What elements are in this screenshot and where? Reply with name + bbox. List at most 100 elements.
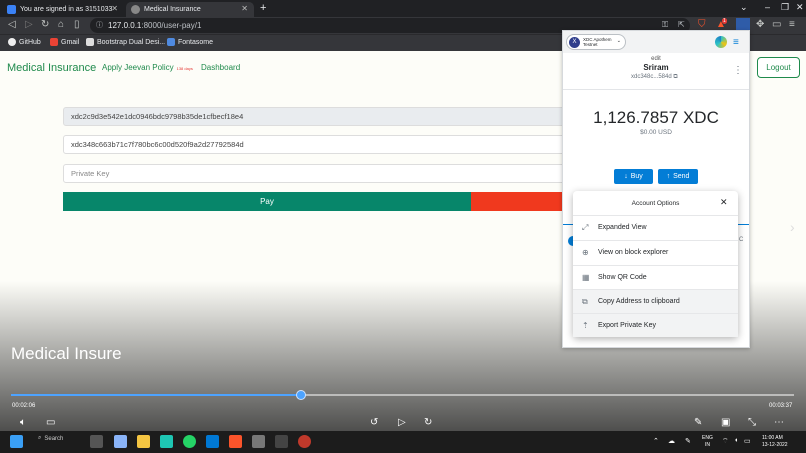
pen-tray-icon[interactable]: ✎ (685, 437, 691, 445)
extensions-icon[interactable]: ✥ (756, 19, 764, 30)
video-seek-bar[interactable] (11, 390, 794, 400)
minimize-icon[interactable]: – (765, 2, 770, 12)
days-badge: 138 days (176, 66, 193, 71)
seek-handle[interactable] (295, 390, 306, 400)
menu-title: Account Options (631, 200, 680, 207)
fullscreen-exit-icon[interactable]: ⤡ (748, 417, 756, 428)
pay-button[interactable]: Pay (63, 192, 471, 211)
task-view-icon[interactable] (90, 435, 103, 448)
menu-item-export-key[interactable]: ⇡ Export Private Key (573, 313, 738, 337)
bookmark-bootstrap[interactable]: Bootstrap Dual Desi... (86, 38, 165, 46)
bookmark-icon[interactable]: ▯ (74, 19, 80, 30)
miniplayer-icon[interactable]: ▣ (721, 417, 730, 428)
whatsapp-icon[interactable] (183, 435, 196, 448)
wifi-icon[interactable]: ⌔ (722, 437, 729, 446)
speaker-icon[interactable]: ◖ (734, 437, 738, 444)
from-address-field[interactable]: xdc348c663b71c7f780bc6c00d520f9a2d277925… (63, 135, 583, 154)
hamburger-menu-icon[interactable]: ≡ (733, 37, 739, 48)
battery-icon[interactable]: ▭ (744, 437, 751, 445)
tray-chevron-icon[interactable]: ⌃ (653, 437, 659, 445)
pen-icon[interactable]: ✎ (694, 417, 702, 428)
close-window-icon[interactable]: ✕ (796, 2, 804, 13)
arrow-down-icon: ↓ (624, 173, 628, 180)
gmail-icon (50, 38, 58, 46)
menu-item-qr-code[interactable]: ▦ Show QR Code (573, 265, 738, 289)
to-address-field[interactable]: xdc2c9d3e542e1dc0946bdc9798b35de1cfbecf1… (63, 107, 583, 126)
nav-dashboard[interactable]: Dashboard (201, 63, 240, 72)
edge-icon[interactable] (160, 435, 173, 448)
reload-icon[interactable]: ↻ (41, 19, 49, 30)
video-progress (11, 394, 301, 396)
tab-title: You are signed in as 3151033 (20, 6, 113, 13)
next-arrow-icon[interactable]: › (790, 219, 795, 235)
close-icon[interactable]: ✕ (720, 197, 728, 208)
network-selector[interactable]: X XDC Apothem Testnet ⌄ (566, 34, 626, 50)
send-button[interactable]: ↑ Send (658, 169, 698, 184)
settings-icon[interactable] (252, 435, 265, 448)
forward-icon[interactable]: ▷ (25, 19, 33, 30)
chevron-down-icon[interactable]: ⌄ (740, 2, 748, 13)
bookmark-github[interactable]: GitHub (8, 38, 41, 46)
menu-icon[interactable]: ≡ (789, 19, 795, 30)
windows-start-icon[interactable] (10, 435, 23, 448)
forward-skip-icon[interactable]: ↻ (424, 417, 432, 428)
menu-item-expanded-view[interactable]: ⤢ Expanded View (573, 215, 738, 239)
language-bottom[interactable]: IN (705, 442, 710, 448)
close-tab-icon[interactable]: ✕ (111, 4, 118, 13)
file-explorer-icon[interactable] (137, 435, 150, 448)
current-time: 00:02:06 (12, 403, 36, 409)
menu-item-copy-address[interactable]: ⧉ Copy Address to clipboard (573, 289, 738, 313)
vscode-icon[interactable] (206, 435, 219, 448)
close-tab-icon[interactable]: ✕ (241, 4, 248, 13)
tab-signed-in[interactable]: You are signed in as 3151033 ✕ (2, 2, 124, 17)
copy-icon[interactable]: ⧉ (673, 74, 677, 80)
windows-taskbar: ⌕ Search ⌃ ☁ ✎ ENG IN ⌔ ◖ ▭ 11:00 AM 13-1… (0, 431, 806, 453)
weather-icon[interactable] (114, 435, 127, 448)
bookmark-fontasome[interactable]: Fontasome (167, 38, 213, 46)
account-address[interactable]: xdc348c...584d ⧉ (631, 74, 678, 81)
more-options-icon[interactable]: ⋯ (774, 417, 784, 428)
maximize-icon[interactable]: ❐ (781, 2, 789, 13)
peek-letter: C (739, 237, 744, 243)
clock-time[interactable]: 11:00 AM (762, 435, 783, 441)
taskbar-search[interactable]: ⌕ Search (38, 435, 63, 442)
tab-medical-insurance[interactable]: Medical Insurance ✕ (126, 2, 254, 17)
kebab-menu-icon[interactable]: ⋮ (733, 65, 743, 76)
captions-icon[interactable]: ▭ (46, 417, 55, 428)
tab-title: Medical Insurance (144, 6, 201, 13)
home-icon[interactable]: ⌂ (58, 19, 64, 30)
url-path: :8000/user-pay/1 (141, 21, 202, 30)
sidebar-icon[interactable]: ▭ (772, 19, 781, 30)
share-icon[interactable]: ⇱ (678, 20, 685, 29)
buy-button[interactable]: ↓ Buy (614, 169, 653, 184)
brand-title[interactable]: Medical Insurance (7, 62, 96, 74)
explorer-icon: ⊕ (582, 248, 589, 257)
nav-apply-policy[interactable]: Apply Jeevan Policy 138 days (102, 63, 193, 72)
new-tab-button[interactable]: + (260, 2, 266, 14)
menu-item-block-explorer[interactable]: ⊕ View on block explorer (573, 240, 738, 264)
bootstrap-icon (86, 38, 94, 46)
arrow-up-icon: ↑ (666, 173, 671, 180)
brave-shield-icon[interactable]: ⛉ (698, 19, 706, 30)
terminal-icon[interactable] (275, 435, 288, 448)
account-options-menu: Account Options ✕ ⤢ Expanded View ⊕ View o… (573, 191, 738, 337)
bookmark-gmail[interactable]: Gmail (50, 38, 79, 46)
volume-icon[interactable]: 🔈︎ (20, 417, 26, 428)
edit-link[interactable]: edit (563, 56, 749, 62)
logout-button[interactable]: Logout (757, 57, 800, 78)
site-info-icon[interactable]: ⓘ (96, 20, 103, 30)
notification-badge: 1 (722, 18, 727, 24)
language-top[interactable]: ENG (702, 435, 713, 441)
play-icon[interactable]: ▷ (398, 417, 406, 428)
account-name[interactable]: Sriram (563, 63, 749, 72)
rewind-icon[interactable]: ↺ (370, 417, 378, 428)
private-key-field[interactable]: Private Key (63, 164, 583, 183)
browser-tab-bar: You are signed in as 3151033 ✕ Medical I… (0, 0, 806, 17)
cloud-icon[interactable]: ☁ (668, 437, 675, 445)
account-avatar[interactable] (715, 36, 727, 48)
clock-date[interactable]: 13-12-2022 (762, 442, 788, 448)
back-icon[interactable]: ◁ (8, 19, 16, 30)
key-icon[interactable]: ⚿ (662, 20, 668, 30)
brave-icon[interactable] (229, 435, 242, 448)
app-icon[interactable] (298, 435, 311, 448)
